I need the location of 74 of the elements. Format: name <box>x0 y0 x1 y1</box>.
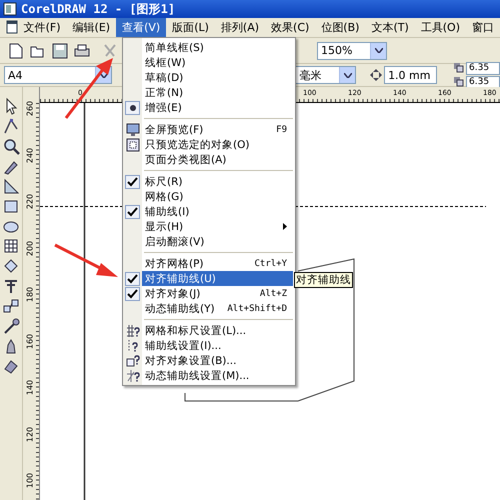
ruler-label: 240 <box>26 146 34 165</box>
ruler-label: 100 <box>26 472 34 490</box>
caret-icon <box>374 48 382 53</box>
menu-item[interactable]: 辅助线设置(I)... <box>142 338 293 353</box>
tool-icon[interactable] <box>2 117 20 135</box>
menu-item[interactable]: 简单线框(S) <box>142 40 293 55</box>
submenu-arrow-icon <box>283 223 287 230</box>
tool-icon[interactable] <box>2 137 20 155</box>
save-icon[interactable] <box>50 40 70 60</box>
nudge-field[interactable]: 1.0 mm <box>384 66 438 84</box>
menu-item[interactable]: 对齐对象(J) Alt+Z <box>142 286 293 301</box>
menu-bar-item[interactable]: 工具(O) <box>414 18 466 37</box>
window-title: CorelDRAW 12 - [图形1] <box>21 0 176 18</box>
ruler-label: 140 <box>26 378 34 398</box>
caret-icon <box>100 72 108 78</box>
tool-icon[interactable] <box>2 237 20 255</box>
document-icon <box>4 18 18 36</box>
menu-item[interactable]: 对齐辅助线(U) <box>142 271 293 286</box>
menu-item[interactable]: 动态辅助线设置(M)... <box>142 368 293 383</box>
tooltip: 对齐辅助线 <box>294 272 353 288</box>
tool-icon[interactable] <box>2 277 20 295</box>
duplicate-x-field[interactable]: 6.35 <box>466 62 500 74</box>
menu-item[interactable]: 草稿(D) <box>142 70 293 85</box>
menu-item[interactable]: 线框(W) <box>142 55 293 70</box>
menu-bar-item[interactable]: 效果(C) <box>265 18 316 37</box>
tool-icon[interactable] <box>2 297 20 315</box>
menu-bar-item[interactable]: 排列(A) <box>214 18 266 37</box>
menu-item[interactable]: 标尺(R) <box>142 174 293 189</box>
menu-item[interactable]: 页面分类视图(A) <box>142 152 293 167</box>
ruler-label: 200 <box>26 239 34 258</box>
menu-item[interactable]: 增强(E) <box>142 100 293 115</box>
menu-item[interactable]: 正常(N) <box>142 85 293 100</box>
menu-item[interactable]: 启动翻滚(V) <box>142 234 293 249</box>
menu-bar-item[interactable]: 文本(T) <box>365 18 415 37</box>
ruler-label: 160 <box>26 332 34 351</box>
tool-icon[interactable] <box>2 177 20 195</box>
ruler-label: 260 <box>26 100 34 118</box>
ruler-label: 220 <box>26 192 34 212</box>
zoom-dropdown[interactable]: 150% <box>317 42 387 60</box>
menu-bar-item[interactable]: 位图(B) <box>315 18 366 37</box>
duplicate-x-icon <box>454 63 464 73</box>
menu-bar-item[interactable]: 查看(V) <box>116 18 166 37</box>
menu-item[interactable]: 对齐网格(P) Ctrl+Y <box>142 256 293 271</box>
dynamic-guide-settings-icon <box>126 368 140 382</box>
nudge-icon <box>370 69 382 81</box>
preview-icon <box>126 138 140 152</box>
menu-item[interactable]: 全屏预览(F) F9 <box>142 122 293 137</box>
menu-item[interactable]: 只预览选定的对象(O) <box>142 137 293 152</box>
annotation-arrow <box>54 244 118 277</box>
duplicate-y-field[interactable]: 6.35 <box>466 76 500 88</box>
caret-icon <box>344 72 352 78</box>
menu-bar-item[interactable]: 版面(L) <box>166 18 215 37</box>
units-dropdown[interactable]: 毫米 <box>295 66 356 84</box>
paper-size-dropdown[interactable]: A4 <box>4 66 112 84</box>
menu-item[interactable]: 网格和标尺设置(L)... <box>142 323 293 338</box>
guide-settings-icon <box>126 338 140 352</box>
duplicate-y-icon <box>454 77 464 87</box>
tool-icon[interactable] <box>2 257 20 275</box>
ruler-label: 120 <box>26 425 34 444</box>
ruler-label: 180 <box>26 286 34 304</box>
menu-item[interactable]: 显示(H) <box>142 219 293 234</box>
menu-item[interactable]: 辅助线(I) <box>142 204 293 219</box>
menu-bar-item[interactable]: 文件(F) <box>18 18 67 37</box>
menu-bar-item[interactable]: 窗口 <box>466 18 500 37</box>
menu-item[interactable]: 对齐对象设置(B)... <box>142 353 293 368</box>
tool-icon[interactable] <box>2 317 20 335</box>
monitor-icon <box>126 122 140 136</box>
menu-item[interactable]: 动态辅助线(Y) Alt+Shift+D <box>142 301 293 316</box>
menu-item[interactable]: 网格(G) <box>142 189 293 204</box>
app-icon <box>3 2 17 16</box>
grid-settings-icon <box>126 324 140 338</box>
snap-settings-icon <box>126 354 140 368</box>
annotation-arrow <box>64 58 113 119</box>
menu-bar-item[interactable]: 编辑(E) <box>66 18 116 37</box>
